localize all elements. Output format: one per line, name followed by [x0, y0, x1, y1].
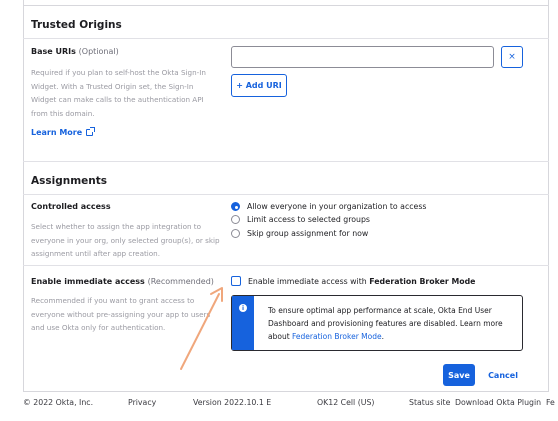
footer-privacy-link[interactable]: Privacy	[128, 398, 156, 407]
footer-copyright: © 2022 Okta, Inc.	[23, 398, 94, 407]
cancel-button[interactable]: Cancel	[484, 364, 522, 386]
checkbox-label: Enable immediate access with Federation …	[248, 277, 475, 286]
top-divider	[23, 5, 549, 6]
base-uris-label-text: Base URIs	[31, 47, 76, 56]
radio-allow-everyone[interactable]: Allow everyone in your organization to a…	[231, 202, 426, 211]
callout-bar: i	[232, 296, 254, 350]
controlled-access-label: Controlled access	[31, 202, 111, 211]
radio-button[interactable]	[231, 229, 240, 238]
info-callout: i To ensure optimal app performance at s…	[231, 295, 523, 351]
radio-limit-groups[interactable]: Limit access to selected groups	[231, 215, 370, 224]
immediate-access-label: Enable immediate access (Recommended)	[31, 277, 214, 286]
recommended-tag: (Recommended)	[147, 277, 214, 286]
federation-broker-checkbox[interactable]	[231, 276, 241, 286]
federation-broker-mode-link[interactable]: Federation Broker Mode	[292, 332, 382, 341]
immediate-access-help: Recommended if you want to grant access …	[31, 296, 211, 332]
footer-cell: OK12 Cell (US)	[317, 398, 375, 407]
divider	[23, 38, 549, 39]
learn-more-text[interactable]: Learn More	[31, 128, 82, 137]
optional-tag: (Optional)	[78, 47, 119, 56]
footer-status-link[interactable]: Status site	[409, 398, 450, 407]
clear-uri-button[interactable]: ×	[501, 46, 523, 68]
footer-version: Version 2022.10.1 E	[193, 398, 272, 407]
divider	[23, 161, 549, 162]
callout-text: To ensure optimal app performance at sca…	[268, 304, 518, 343]
radio-button-selected[interactable]	[231, 202, 240, 211]
assignments-title: Assignments	[31, 175, 108, 187]
footer-download-plugin-link[interactable]: Download Okta Plugin	[455, 398, 541, 407]
save-button[interactable]: Save	[443, 364, 475, 386]
radio-button[interactable]	[231, 215, 240, 224]
external-link-icon	[86, 127, 96, 136]
controlled-access-help: Select whether to assign the app integra…	[31, 222, 220, 258]
checkbox-label-bold: Federation Broker Mode	[369, 276, 476, 286]
footer-truncated-link[interactable]: Fe	[546, 398, 555, 407]
radio-skip-assignment[interactable]: Skip group assignment for now	[231, 229, 368, 238]
callout-period: .	[381, 332, 384, 341]
divider	[23, 265, 549, 266]
federation-broker-checkbox-row[interactable]: Enable immediate access with Federation …	[231, 276, 475, 286]
checkbox-label-prefix: Enable immediate access with	[248, 276, 370, 286]
info-icon: i	[239, 304, 247, 312]
base-uris-help: Required if you plan to self-host the Ok…	[31, 68, 206, 118]
divider	[23, 194, 549, 195]
trusted-origins-title: Trusted Origins	[31, 19, 122, 31]
add-uri-button[interactable]: + Add URI	[231, 74, 287, 97]
radio-label: Skip group assignment for now	[247, 229, 369, 238]
radio-label: Allow everyone in your organization to a…	[247, 202, 427, 211]
immediate-access-label-text: Enable immediate access	[31, 277, 145, 286]
base-uri-input[interactable]	[231, 46, 494, 68]
base-uris-label: Base URIs (Optional)	[31, 47, 119, 56]
learn-more-link[interactable]: Learn More	[31, 127, 96, 137]
radio-label: Limit access to selected groups	[247, 215, 370, 224]
